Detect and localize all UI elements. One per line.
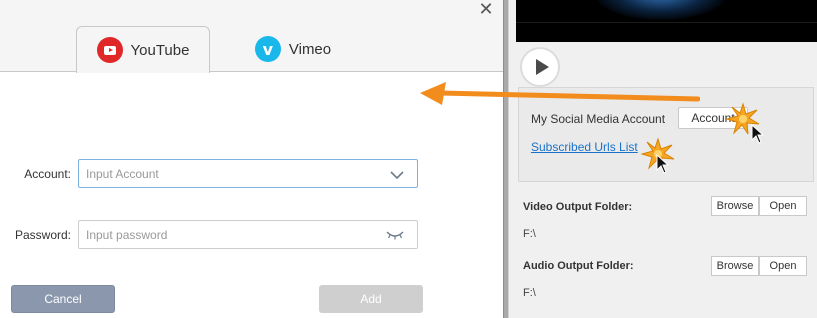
video-open-button[interactable]: Open xyxy=(759,196,807,216)
mouse-cursor-icon xyxy=(751,124,765,144)
social-media-label: My Social Media Account xyxy=(531,112,666,126)
password-input[interactable]: Input password xyxy=(78,220,418,249)
account-placeholder: Input Account xyxy=(86,166,159,181)
tab-youtube[interactable]: YouTube xyxy=(76,26,210,73)
play-icon xyxy=(535,59,549,75)
audio-open-button[interactable]: Open xyxy=(759,256,807,276)
close-icon[interactable]: ✕ xyxy=(476,0,496,20)
password-placeholder: Input password xyxy=(86,227,168,242)
account-input[interactable]: Input Account xyxy=(78,159,418,188)
add-button[interactable]: Add xyxy=(319,285,423,313)
password-label: Password: xyxy=(14,228,71,242)
audio-browse-button[interactable]: Browse xyxy=(711,256,759,276)
eye-closed-icon[interactable] xyxy=(385,229,405,241)
mouse-cursor-icon xyxy=(656,154,670,174)
audio-output-folder-title: Audio Output Folder: xyxy=(523,260,634,272)
cancel-button[interactable]: Cancel xyxy=(11,285,115,313)
tab-youtube-label: YouTube xyxy=(130,41,190,59)
tab-vimeo[interactable]: v Vimeo xyxy=(238,26,348,72)
dialog-body xyxy=(0,72,503,318)
account-label: Account: xyxy=(24,167,71,181)
video-output-folder-title: Video Output Folder: xyxy=(523,201,633,213)
subscribed-urls-link[interactable]: Subscribed Urls List xyxy=(531,140,638,154)
video-preview xyxy=(516,0,817,42)
vimeo-icon: v xyxy=(254,36,281,62)
youtube-icon xyxy=(96,37,123,63)
tab-vimeo-label: Vimeo xyxy=(288,40,332,58)
chevron-down-icon[interactable] xyxy=(389,168,405,182)
video-browse-button[interactable]: Browse xyxy=(711,196,759,216)
login-dialog: ✕ YouTube v Vimeo Account: Input Account… xyxy=(0,0,503,318)
annotation-arrow-icon xyxy=(420,82,700,105)
audio-output-path: F:\ xyxy=(523,287,536,299)
video-output-path: F:\ xyxy=(523,228,536,240)
